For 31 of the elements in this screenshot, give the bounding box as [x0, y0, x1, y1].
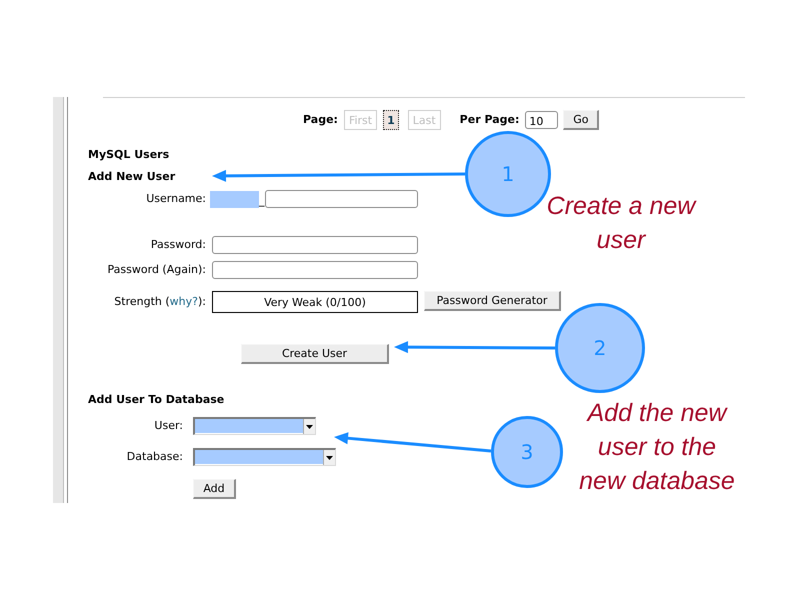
why-link[interactable]: why? [170, 295, 198, 308]
field-label: Username: [145, 192, 206, 206]
strength-label: Strength (why?): [113, 294, 206, 310]
field-label: Password: [150, 238, 206, 252]
field-label: User: [153, 419, 183, 433]
password-field[interactable] [212, 236, 418, 254]
field-label: Password (Again): [106, 263, 206, 277]
password-generator-button[interactable]: Password Generator [424, 291, 561, 311]
per-page-label: Per Page: [460, 113, 520, 127]
step-badge: 2 [555, 303, 645, 393]
page-heading: MySQL Users [88, 148, 170, 162]
strength-meter: Very Weak (0/100) [212, 291, 418, 313]
username-field[interactable] [264, 190, 418, 208]
annotation-note: Add the new user to the new database [579, 398, 735, 497]
per-page-field[interactable]: 10 [525, 111, 558, 129]
dropdown-field[interactable] [193, 417, 316, 435]
dropdown-field[interactable] [193, 448, 336, 466]
step-badge: 3 [491, 416, 563, 488]
caret-icon [306, 424, 313, 428]
password-field[interactable] [212, 261, 418, 279]
add-button[interactable]: Add [193, 479, 236, 499]
redaction-block [210, 190, 259, 208]
page-button[interactable]: 1 [383, 110, 399, 130]
field-label: Database: [126, 450, 183, 464]
caret-icon [326, 456, 333, 460]
section-heading: Add User To Database [88, 393, 224, 407]
go-button[interactable]: Go [563, 110, 600, 130]
create-user-button[interactable]: Create User [241, 344, 389, 364]
page-label: Page: [303, 113, 338, 127]
section-heading: Add New User [88, 170, 176, 184]
separator-text: _ [259, 194, 264, 208]
